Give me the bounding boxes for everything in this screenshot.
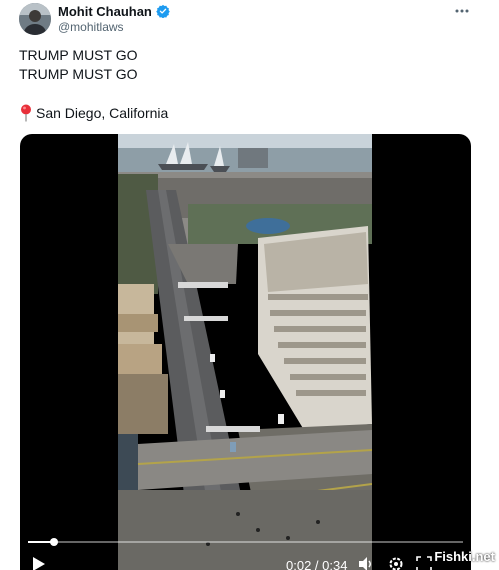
more-options-icon[interactable] bbox=[453, 2, 471, 20]
tweet-text-line-2: TRUMP MUST GO bbox=[19, 66, 138, 82]
author-avatar[interactable] bbox=[19, 3, 51, 35]
tweet-text-line-1: TRUMP MUST GO bbox=[19, 47, 138, 63]
tweet-location: San Diego, California bbox=[19, 104, 168, 122]
verified-badge-icon bbox=[156, 4, 170, 19]
video-progress-knob[interactable] bbox=[50, 538, 58, 546]
volume-icon[interactable] bbox=[358, 556, 374, 570]
author-name-line: Mohit Chauhan bbox=[58, 3, 170, 19]
video-player[interactable]: 0:02 / 0:34 bbox=[20, 134, 471, 570]
round-pushpin-icon bbox=[19, 104, 33, 122]
play-icon[interactable] bbox=[32, 556, 46, 570]
video-time: 0:02 / 0:34 bbox=[286, 558, 348, 570]
fullscreen-icon[interactable] bbox=[416, 556, 432, 570]
video-controls: 0:02 / 0:34 bbox=[20, 534, 471, 570]
author-handle[interactable]: @mohitlaws bbox=[58, 20, 124, 34]
watermark: Fishki.net bbox=[434, 549, 495, 564]
location-text: San Diego, California bbox=[36, 105, 169, 121]
video-progress-bar[interactable] bbox=[28, 538, 463, 546]
settings-gear-icon[interactable] bbox=[388, 556, 404, 570]
author-display-name[interactable]: Mohit Chauhan bbox=[58, 4, 152, 19]
tweet-card: Mohit Chauhan @mohitlaws TRUMP MUST GO T… bbox=[0, 0, 499, 570]
video-frame[interactable] bbox=[118, 134, 372, 570]
